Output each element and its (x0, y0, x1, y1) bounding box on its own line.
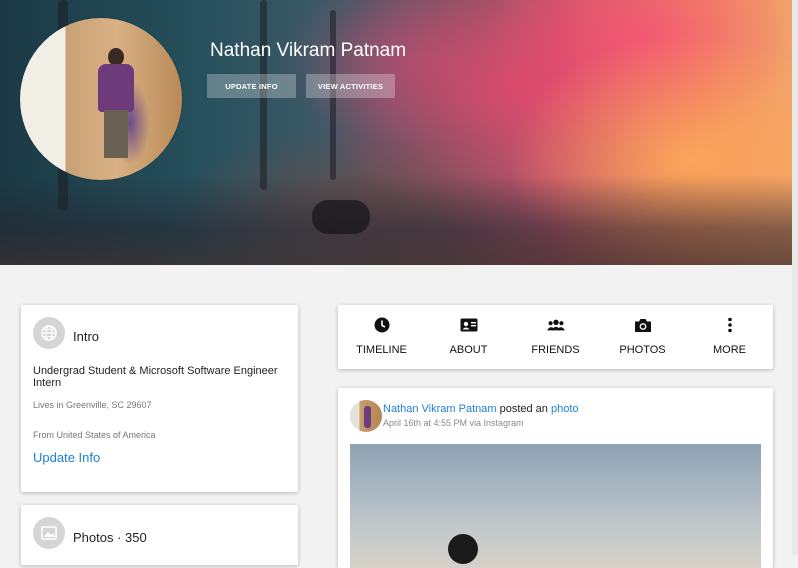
tab-label: FRIENDS (531, 344, 580, 356)
update-info-button[interactable]: UPDATE INFO (207, 74, 296, 98)
post-author-link[interactable]: Nathan Vikram Patnam (383, 403, 497, 415)
tab-photos[interactable]: PHOTOS (599, 305, 686, 369)
log (312, 200, 370, 234)
post-photo[interactable] (350, 444, 761, 568)
avatar-person (98, 48, 134, 158)
tab-label: MORE (713, 344, 746, 356)
photos-card: Photos · 350 (21, 505, 298, 565)
people-icon (546, 317, 565, 333)
tab-friends[interactable]: FRIENDS (512, 305, 599, 369)
tab-about[interactable]: ABOUT (425, 305, 512, 369)
intro-description: Undergrad Student & Microsoft Software E… (33, 365, 278, 389)
profile-tabs: TIMELINE ABOUT FRIENDS PHOTOS MORE (338, 305, 773, 369)
intro-from: From United States of America (33, 430, 156, 440)
tab-timeline[interactable]: TIMELINE (338, 305, 425, 369)
intro-card: Intro Undergrad Student & Microsoft Soft… (21, 305, 298, 492)
update-info-link[interactable]: Update Info (33, 450, 100, 465)
tab-label: TIMELINE (356, 344, 407, 356)
image-icon (33, 517, 65, 549)
intro-title: Intro (73, 329, 100, 344)
profile-avatar[interactable] (20, 18, 182, 180)
post-action-text: posted an (496, 403, 551, 415)
post-header: Nathan Vikram Patnam posted an photo (383, 403, 579, 415)
post-card: Nathan Vikram Patnam posted an photo Apr… (338, 388, 773, 568)
cover-ground (0, 175, 798, 265)
clock-icon (373, 317, 391, 333)
globe-icon (33, 317, 65, 349)
cover-photo: Nathan Vikram Patnam UPDATE INFO VIEW AC… (0, 0, 798, 265)
post-object-link[interactable]: photo (551, 403, 579, 415)
profile-name: Nathan Vikram Patnam (210, 40, 407, 61)
view-activities-button[interactable]: VIEW ACTIVITIES (306, 74, 395, 98)
camera-icon (634, 317, 652, 333)
more-vertical-icon (721, 317, 739, 333)
id-card-icon (460, 317, 478, 333)
tab-more[interactable]: MORE (686, 305, 773, 369)
photo-subject (448, 534, 478, 564)
tab-label: PHOTOS (619, 344, 666, 356)
page-scrollbar[interactable] (792, 0, 798, 555)
photos-title: Photos · 350 (73, 530, 147, 545)
post-author-avatar[interactable] (350, 400, 382, 432)
post-timestamp: April 16th at 4:55 PM via Instagram (383, 418, 524, 428)
intro-lives-in: Lives in Greenville, SC 29607 (33, 400, 152, 410)
tab-label: ABOUT (449, 344, 488, 356)
